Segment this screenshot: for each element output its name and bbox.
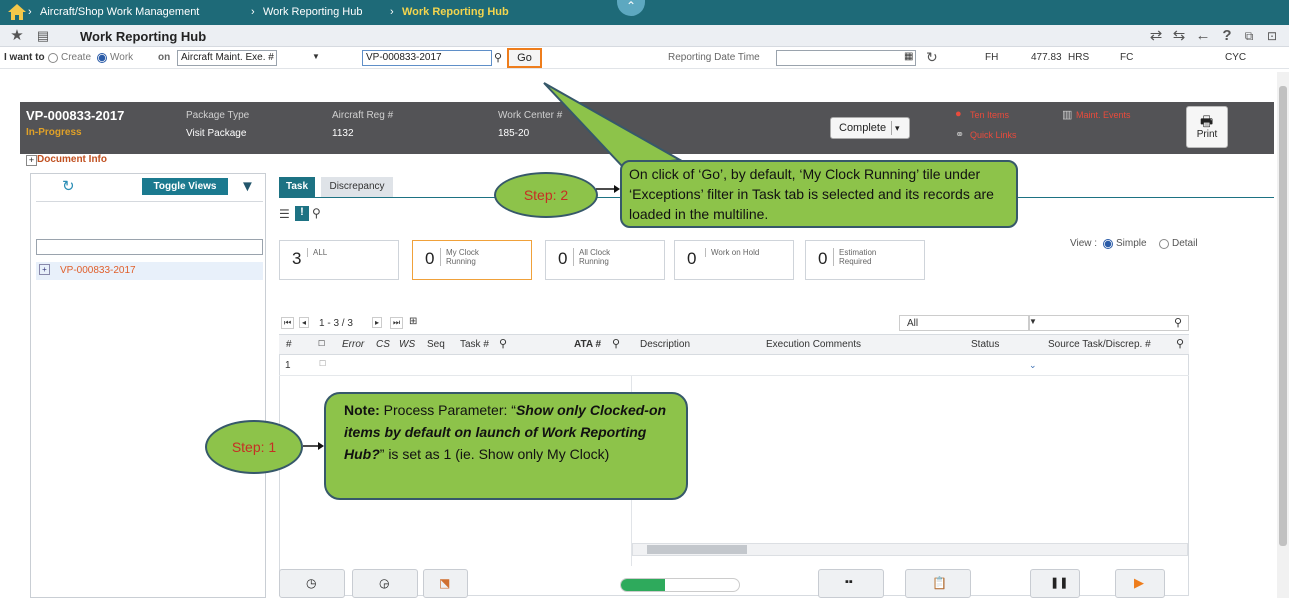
note-text-end: ” is set as 1 (ie. Show only My Clock) [379, 446, 610, 462]
step2-badge: Step: 2 [494, 172, 598, 218]
step1-badge: Step: 1 [205, 420, 303, 474]
note-text-start: Process Parameter: “ [379, 402, 516, 418]
note-label: Note: [344, 402, 380, 418]
callout-pointers [303, 82, 684, 450]
note-callout: Note: Process Parameter: “Show only Cloc… [324, 392, 688, 500]
step2-callout: On click of ‘Go’, by default, ‘My Clock … [620, 160, 1018, 228]
step2-callout-text: On click of ‘Go’, by default, ‘My Clock … [629, 166, 994, 222]
